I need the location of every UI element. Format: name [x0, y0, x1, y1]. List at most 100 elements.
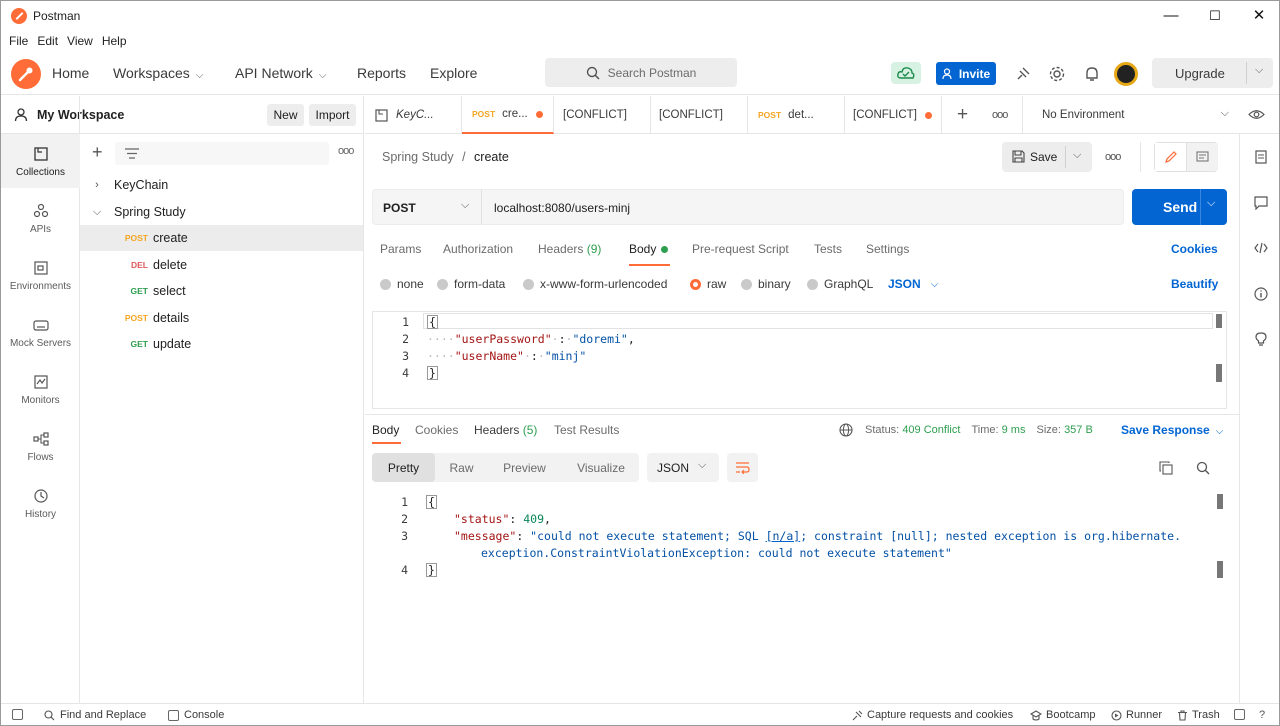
tab-keychain[interactable]: KeyC... [365, 96, 462, 134]
view-pretty[interactable]: Pretty [372, 453, 435, 482]
code-icon[interactable] [1254, 241, 1268, 255]
request-item-update[interactable]: GET update [80, 331, 363, 357]
cookies-link[interactable]: Cookies [1171, 242, 1218, 256]
satellite-icon[interactable] [1014, 65, 1032, 83]
menu-edit[interactable]: Edit [37, 34, 58, 48]
view-preview[interactable]: Preview [493, 453, 556, 482]
radio-raw[interactable]: raw [690, 277, 726, 291]
eye-icon[interactable] [1248, 108, 1265, 121]
beautify-link[interactable]: Beautify [1171, 277, 1218, 291]
runner-button[interactable]: Runner [1111, 709, 1162, 721]
nav-reports[interactable]: Reports [357, 65, 406, 81]
url-input[interactable]: localhost:8080/users-minj [494, 201, 630, 215]
user-avatar[interactable] [1114, 62, 1138, 86]
size-value[interactable]: 357 B [1064, 424, 1093, 436]
toggle-sidebar-icon[interactable] [12, 709, 28, 720]
request-item-delete[interactable]: DEL delete [80, 252, 363, 278]
tab-tests[interactable]: Tests [814, 242, 842, 256]
tab-conflict-3[interactable]: [CONFLICT] [845, 96, 942, 134]
menu-help[interactable]: Help [102, 34, 127, 48]
nav-home[interactable]: Home [52, 65, 89, 81]
request-more-icon[interactable]: ooo [1105, 151, 1121, 163]
view-visualize[interactable]: Visualize [567, 453, 635, 482]
scrollbar-thumb[interactable] [1217, 494, 1223, 509]
response-tab-cookies[interactable]: Cookies [415, 423, 458, 437]
bootcamp-button[interactable]: Bootcamp [1030, 709, 1096, 721]
raw-format-select[interactable]: JSON ⌵ [888, 277, 938, 291]
breadcrumb-request[interactable]: create [474, 150, 509, 164]
search-bar[interactable]: Search Postman [545, 58, 737, 87]
rail-collections[interactable]: Collections [1, 146, 80, 178]
layout-toggle-button[interactable] [1234, 709, 1250, 720]
save-button[interactable]: Save ⌵ [1002, 142, 1092, 172]
tab-conflict-2[interactable]: [CONFLICT] [651, 96, 748, 134]
rail-apis[interactable]: APIs [1, 203, 80, 235]
scrollbar-thumb[interactable] [1216, 364, 1222, 382]
breadcrumb-collection[interactable]: Spring Study [382, 150, 454, 164]
response-tab-body[interactable]: Body [372, 423, 399, 437]
status-value[interactable]: 409 Conflict [902, 424, 960, 436]
minimize-button[interactable]: — [1161, 7, 1181, 25]
more-options-icon[interactable]: ooo [338, 145, 354, 157]
capture-button[interactable]: Capture requests and cookies [852, 709, 1013, 721]
response-body-viewer[interactable]: 1 2 3 4 { "status": 409, "message": "cou… [372, 491, 1227, 696]
radio-graphql[interactable]: GraphQL [807, 277, 873, 291]
splitter[interactable] [365, 414, 1239, 415]
scrollbar-thumb[interactable] [1217, 561, 1223, 578]
invite-button[interactable]: Invite [936, 62, 996, 85]
view-raw[interactable]: Raw [438, 453, 485, 482]
globe-icon[interactable] [839, 423, 853, 437]
radio-form-data[interactable]: form-data [437, 277, 505, 291]
new-tab-icon[interactable]: + [957, 104, 968, 126]
tab-headers[interactable]: Headers (9) [538, 242, 601, 256]
search-icon[interactable] [1196, 461, 1210, 475]
nav-explore[interactable]: Explore [430, 65, 477, 81]
tab-conflict-1[interactable]: [CONFLICT] [554, 96, 651, 134]
find-replace-button[interactable]: Find and Replace [44, 709, 146, 721]
tab-params[interactable]: Params [380, 242, 421, 256]
collection-filter-input[interactable] [115, 142, 329, 165]
environment-select[interactable]: No Environment ⌵ [1031, 96, 1237, 134]
tab-more-icon[interactable]: ooo [992, 109, 1008, 121]
method-select[interactable]: POST ⌵ [373, 190, 482, 224]
tab-body[interactable]: Body [629, 242, 669, 256]
time-value[interactable]: 9 ms [1002, 424, 1026, 436]
comments-icon[interactable] [1254, 196, 1268, 210]
sync-status-button[interactable] [891, 62, 921, 84]
rail-environments[interactable]: Environments [1, 260, 80, 292]
rail-history[interactable]: History [1, 488, 80, 520]
import-button[interactable]: Import [309, 104, 356, 126]
add-collection-icon[interactable]: + [92, 143, 103, 161]
response-tab-headers[interactable]: Headers (5) [474, 423, 537, 437]
menu-view[interactable]: View [67, 34, 93, 48]
notifications-bell-icon[interactable] [1083, 65, 1101, 83]
response-format-select[interactable]: JSON ⌵ [647, 453, 719, 482]
send-button[interactable]: Send ⌵ [1132, 189, 1227, 225]
comment-mode-button[interactable] [1187, 143, 1218, 171]
radio-none[interactable]: none [380, 277, 424, 291]
menu-file[interactable]: File [9, 34, 28, 48]
chevron-down-icon[interactable]: ⌵ [1207, 197, 1215, 210]
request-item-create[interactable]: POST create [80, 225, 363, 251]
request-item-select[interactable]: GET select [80, 278, 363, 304]
close-button[interactable]: ✕ [1249, 7, 1269, 25]
new-button[interactable]: New [267, 104, 304, 126]
collection-keychain[interactable]: › KeyChain [80, 172, 363, 198]
rail-mock-servers[interactable]: Mock Servers [1, 317, 80, 349]
nav-workspaces[interactable]: Workspaces ⌵ [113, 65, 203, 81]
documentation-icon[interactable] [1254, 150, 1268, 164]
settings-gear-icon[interactable] [1048, 65, 1066, 83]
radio-x-www-form-urlencoded[interactable]: x-www-form-urlencoded [523, 277, 667, 291]
chevron-down-icon[interactable]: ⌵ [1255, 64, 1263, 77]
console-button[interactable]: Console [168, 709, 224, 721]
radio-binary[interactable]: binary [741, 277, 791, 291]
nav-api-network[interactable]: API Network ⌵ [235, 65, 326, 81]
save-response-button[interactable]: Save Response ⌵ [1121, 423, 1223, 437]
tab-authorization[interactable]: Authorization [443, 242, 513, 256]
rail-flows[interactable]: Flows [1, 431, 80, 463]
edit-mode-button[interactable] [1155, 143, 1187, 171]
maximize-button[interactable]: ☐ [1205, 7, 1225, 25]
rail-monitors[interactable]: Monitors [1, 374, 80, 406]
info-icon[interactable] [1254, 287, 1268, 301]
postman-logo[interactable] [11, 59, 41, 89]
